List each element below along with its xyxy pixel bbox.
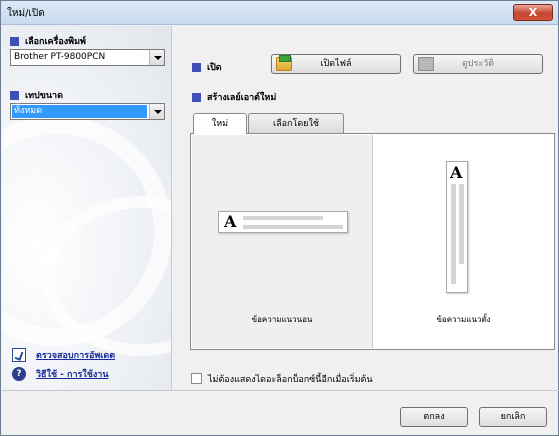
create-layout-text: สร้างเลย์เอาต์ใหม่ <box>207 93 277 103</box>
preview-letter: A <box>224 212 237 231</box>
tab-select-using[interactable]: เลือกโดยใช้ <box>248 113 344 133</box>
folder-open-icon <box>276 55 292 71</box>
section-marker-icon <box>10 90 19 100</box>
section-marker-icon <box>192 92 201 102</box>
chevron-down-icon[interactable] <box>149 50 164 65</box>
title-bar: ใหม่/เปิด X <box>1 1 558 25</box>
horizontal-layout-preview: A <box>218 211 348 233</box>
chevron-down-icon[interactable] <box>149 104 164 119</box>
printer-select[interactable]: Brother PT-9800PCN <box>10 49 165 66</box>
tape-size-select[interactable]: ทั้งหมด <box>10 103 165 120</box>
cancel-button-label: ยกเลิก <box>500 412 526 422</box>
horizontal-layout-caption: ข้อความแนวนอน <box>251 315 313 324</box>
open-label-text: เปิด <box>207 63 222 73</box>
section-marker-icon <box>10 36 19 46</box>
section-marker-icon <box>192 62 201 72</box>
text-line <box>243 216 323 220</box>
dont-show-checkbox[interactable] <box>191 373 202 384</box>
close-button[interactable]: X <box>513 4 553 21</box>
check-update-link[interactable]: ตรวจสอบการอัพเดต <box>36 348 115 362</box>
open-section-label: เปิด <box>192 60 222 74</box>
open-file-button[interactable]: เปิดไฟล์ <box>271 54 401 74</box>
vertical-layout-option[interactable]: A ข้อความแนวตั้ง <box>374 135 553 348</box>
footer-divider <box>2 390 559 391</box>
update-check-icon[interactable] <box>12 348 26 362</box>
layout-panel: A ข้อความแนวนอน A ข้อความแนวตั้ง <box>190 133 555 350</box>
text-line <box>459 184 464 264</box>
horizontal-layout-option[interactable]: A ข้อความแนวนอน <box>192 135 373 348</box>
printer-section-label: เลือกเครื่องพิมพ์ <box>10 34 86 48</box>
printer-label-text: เลือกเครื่องพิมพ์ <box>25 37 86 47</box>
dont-show-label: ไม่ต้องแสดงไดอะล็อกบ็อกซ์นี้อีกเมื่อเริ่… <box>208 375 373 385</box>
tape-label-text: เทปขนาด <box>25 91 63 101</box>
vertical-layout-caption: ข้อความแนวตั้ง <box>436 315 491 324</box>
check-update-link-row[interactable]: ตรวจสอบการอัพเดต <box>12 348 115 362</box>
new-open-dialog: ใหม่/เปิด X เลือกเครื่องพิมพ์ Brother PT… <box>0 0 559 436</box>
history-icon <box>418 57 434 71</box>
preview-letter: A <box>450 163 463 182</box>
tab-new[interactable]: ใหม่ <box>193 113 247 134</box>
printer-select-value: Brother PT-9800PCN <box>14 52 106 62</box>
text-line <box>451 184 456 284</box>
help-link-row[interactable]: ? วิธีใช้ - การใช้งาน <box>12 367 109 381</box>
text-line <box>243 225 343 229</box>
history-button[interactable]: ดูประวัติ <box>413 54 543 74</box>
window-title: ใหม่/เปิด <box>7 8 45 19</box>
help-link[interactable]: วิธีใช้ - การใช้งาน <box>36 367 109 381</box>
help-icon[interactable]: ? <box>12 367 26 381</box>
ok-button[interactable]: ตกลง <box>400 407 468 427</box>
tape-select-value: ทั้งหมด <box>12 105 147 118</box>
ok-button-label: ตกลง <box>423 412 445 422</box>
create-layout-label: สร้างเลย์เอาต์ใหม่ <box>192 90 276 104</box>
vertical-layout-preview: A <box>446 161 468 293</box>
left-pane: เลือกเครื่องพิมพ์ Brother PT-9800PCN เทป… <box>2 26 172 390</box>
tape-section-label: เทปขนาด <box>10 88 63 102</box>
cancel-button[interactable]: ยกเลิก <box>479 407 547 427</box>
